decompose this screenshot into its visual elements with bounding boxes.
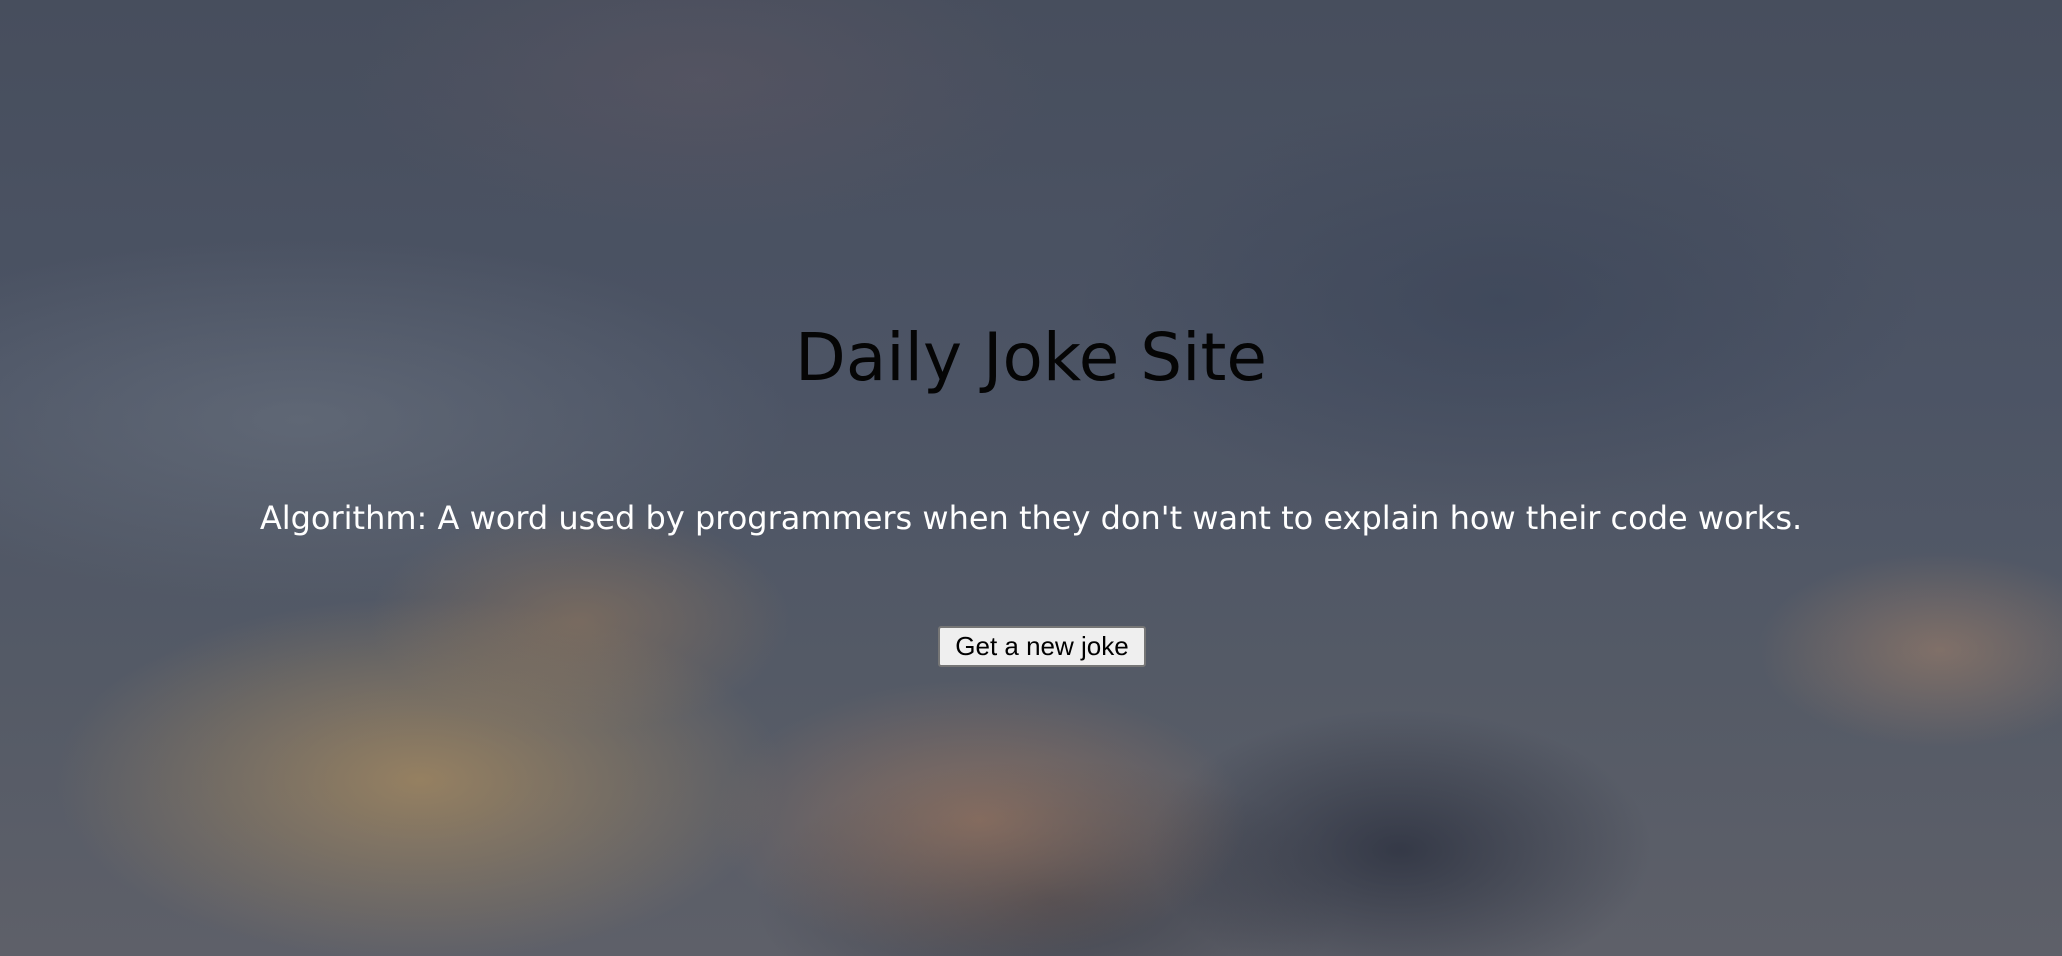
- page-content: Daily Joke Site Algorithm: A word used b…: [0, 0, 2062, 956]
- get-new-joke-button[interactable]: Get a new joke: [938, 626, 1146, 667]
- page-title: Daily Joke Site: [795, 319, 1267, 396]
- joke-text: Algorithm: A word used by programmers wh…: [259, 499, 1803, 537]
